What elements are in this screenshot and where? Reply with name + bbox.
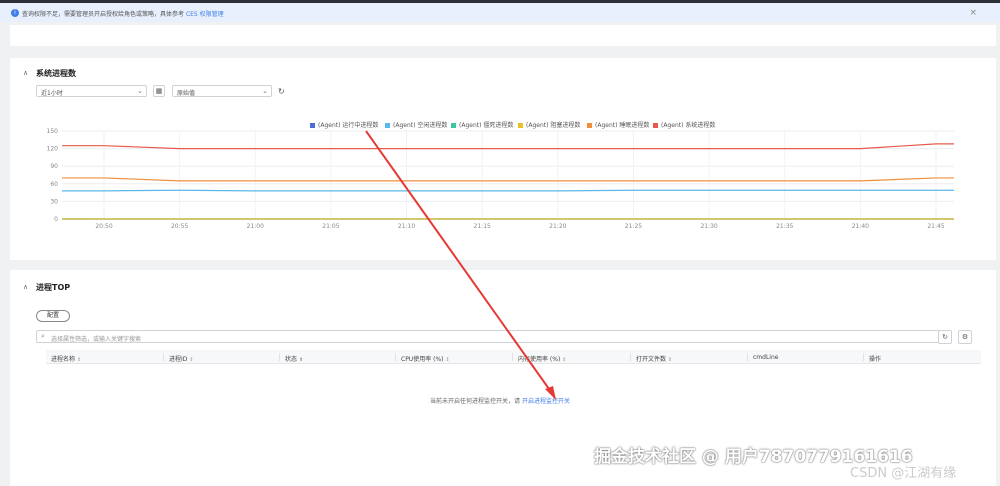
permission-notice: i 查询权限不足，需要管理员开启授权给角色或策略，具体参考 CES 权限管理 × <box>0 3 1000 22</box>
section-title: 进程TOP <box>36 283 71 292</box>
y-tick-label: 150 <box>47 128 59 135</box>
x-tick-label: 21:40 <box>852 223 869 230</box>
section-title: 系统进程数 <box>36 69 76 78</box>
calendar-icon[interactable]: ▦ <box>153 85 165 97</box>
y-tick-label: 30 <box>50 198 58 205</box>
collapse-chevron-icon[interactable]: ∧ <box>23 69 28 77</box>
x-tick-label: 21:10 <box>398 223 415 230</box>
column-header[interactable]: 进程ID ⇕ <box>169 354 194 363</box>
empty-state: 当前未开启任何进程监控开关，请 开启进程监控开关 <box>430 398 570 405</box>
gear-icon[interactable]: ⚙ <box>958 330 972 344</box>
x-tick-label: 20:55 <box>171 223 188 230</box>
x-tick-label: 21:25 <box>625 223 642 230</box>
refresh-icon[interactable]: ↻ <box>938 330 952 344</box>
x-tick-label: 21:20 <box>549 223 566 230</box>
table-header: 进程名称 ⇕ 进程ID ⇕ 状态 ⬍ CPU使用率 (%) ⇕ 内存使用率 (%) ⇕ 打… <box>46 350 981 364</box>
x-tick-label: 21:45 <box>927 223 944 230</box>
column-header: cmdLine <box>753 354 779 361</box>
enable-monitor-link[interactable]: 开启进程监控开关 <box>522 398 570 405</box>
column-header[interactable]: 内存使用率 (%) ⇕ <box>518 354 567 363</box>
collapse-chevron-icon[interactable]: ∧ <box>23 283 28 291</box>
x-tick-label: 20:50 <box>95 223 112 230</box>
sort-icon: ⇕ <box>77 357 82 363</box>
series-line-5 <box>62 143 954 150</box>
notice-link[interactable]: CES 权限管理 <box>186 11 224 18</box>
column-header: 操作 <box>869 356 882 363</box>
filter-icon: ⬍ <box>299 357 304 363</box>
column-header[interactable]: 状态 ⬍ <box>285 354 303 363</box>
notice-text: 查询权限不足，需要管理员开启授权给角色或策略，具体参考 CES 权限管理 <box>22 11 224 18</box>
config-button[interactable]: 配置 <box>36 310 70 322</box>
series-line-1 <box>62 189 954 192</box>
y-tick-label: 0 <box>54 216 58 223</box>
x-tick-label: 21:15 <box>474 223 491 230</box>
refresh-icon[interactable]: ↻ <box>278 87 285 96</box>
y-tick-label: 60 <box>50 181 58 188</box>
y-tick-label: 90 <box>50 163 58 170</box>
chevron-down-icon: ⌄ <box>137 87 143 95</box>
csdn-watermark: CSDN @江湖有缘 <box>850 466 957 481</box>
collapsed-card <box>10 25 996 46</box>
time-range-select[interactable]: 近1小时 ⌄ <box>36 85 147 97</box>
aggregation-select[interactable]: 原始值 ⌄ <box>172 85 272 97</box>
search-icon: ⌕ <box>41 332 45 340</box>
sort-icon: ⇕ <box>562 357 567 363</box>
x-tick-label: 21:05 <box>322 223 339 230</box>
process-count-chart: 150 120 90 60 30 0 20:50 20:55 21:00 21:05 21:10 21… <box>47 128 954 230</box>
x-tick-label: 21:00 <box>247 223 264 230</box>
column-header[interactable]: 进程名称 ⇕ <box>51 354 81 363</box>
sort-icon: ⇕ <box>445 357 450 363</box>
info-icon: i <box>11 9 19 17</box>
sort-icon: ⇕ <box>189 357 194 363</box>
chevron-down-icon: ⌄ <box>262 87 268 95</box>
column-header[interactable]: 打开文件数 ⇕ <box>636 354 672 363</box>
x-tick-label: 21:30 <box>700 223 717 230</box>
sort-icon: ⇕ <box>668 357 673 363</box>
search-input[interactable]: ⌕ 选择属性筛选，或输入关键字搜索 <box>36 330 946 343</box>
series-line-4 <box>62 177 954 182</box>
x-tick-label: 21:35 <box>776 223 793 230</box>
y-tick-label: 120 <box>47 146 59 153</box>
close-icon[interactable]: × <box>969 8 977 18</box>
column-header[interactable]: CPU使用率 (%) ⇕ <box>401 354 450 363</box>
